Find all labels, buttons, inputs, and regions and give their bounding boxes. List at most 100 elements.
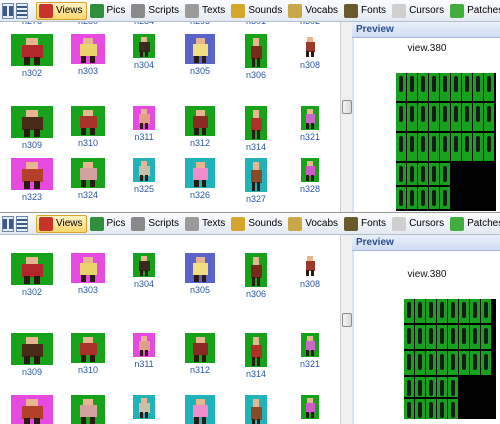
tab-texts[interactable]: Texts xyxy=(183,215,228,233)
sprite-frame xyxy=(404,351,414,375)
sprite-frame xyxy=(481,351,491,375)
grid-item-partial[interactable]: n301 xyxy=(228,22,284,26)
grid-item[interactable]: n305 xyxy=(172,34,228,76)
grid-item[interactable] xyxy=(4,395,60,424)
sprite-frame xyxy=(473,133,483,161)
grid-item[interactable]: n308 xyxy=(282,34,338,70)
tab-fonts[interactable]: Fonts xyxy=(342,2,389,20)
grid-item[interactable]: n302 xyxy=(4,253,60,297)
tab-fonts[interactable]: Fonts xyxy=(342,215,389,233)
grid-item[interactable]: n312 xyxy=(172,333,228,375)
grid-item-partial[interactable]: n278 xyxy=(4,22,60,26)
sprite-frame xyxy=(429,187,439,209)
item-caption: n328 xyxy=(299,184,321,194)
sprite-frame xyxy=(426,299,436,323)
resource-thumbnail-grid[interactable]: n302 n303 n304 n305 n306 n308 n309 n310 n311 n312… xyxy=(0,235,340,424)
sprite-thumbnail xyxy=(245,395,267,424)
sprite-frame xyxy=(437,377,447,397)
tab-texts[interactable]: Texts xyxy=(183,2,228,20)
sprite-frame xyxy=(415,399,425,419)
grid-item[interactable]: n312 xyxy=(172,106,228,148)
tab-patches[interactable]: Patches xyxy=(448,2,500,20)
grid-item[interactable]: n304 xyxy=(116,253,172,289)
grid-item[interactable] xyxy=(282,395,338,419)
grid-item[interactable]: n306 xyxy=(228,253,284,299)
grid-item-partial[interactable]: n302 xyxy=(282,22,338,26)
tab-label: Scripts xyxy=(148,5,179,16)
scripts-icon xyxy=(131,3,146,18)
grid-item[interactable]: n327 xyxy=(228,158,284,204)
sprite-frame xyxy=(484,103,494,131)
tab-sounds[interactable]: Sounds xyxy=(229,2,285,20)
tab-label: Fonts xyxy=(361,218,387,229)
grid-item[interactable]: n326 xyxy=(172,158,228,200)
item-caption: n302 xyxy=(21,68,43,78)
grid-item[interactable]: n308 xyxy=(282,253,338,289)
fonts-icon xyxy=(344,216,359,231)
thumbnail-view-button[interactable] xyxy=(2,2,14,19)
item-caption: n311 xyxy=(134,132,154,142)
grid-item[interactable]: n311 xyxy=(116,106,172,142)
grid-item[interactable] xyxy=(116,395,172,419)
grid-item[interactable]: n310 xyxy=(60,333,116,375)
grid-scrollbar[interactable] xyxy=(340,22,352,212)
tab-views[interactable]: Views xyxy=(36,1,87,20)
tab-pics[interactable]: Pics xyxy=(88,215,129,233)
sprite-frame xyxy=(415,377,425,397)
sprite-thumbnail xyxy=(11,34,53,66)
grid-item-partial[interactable]: n295 xyxy=(172,22,228,26)
tab-cursors[interactable]: Cursors xyxy=(390,215,447,233)
tab-vocabs[interactable]: Vocabs xyxy=(286,2,341,20)
grid-item[interactable]: n305 xyxy=(172,253,228,295)
sprite-frame xyxy=(462,73,472,101)
grid-item-partial[interactable]: n284 xyxy=(116,22,172,26)
grid-item[interactable]: n324 xyxy=(60,158,116,200)
grid-item[interactable]: n303 xyxy=(60,34,116,76)
grid-item[interactable]: n303 xyxy=(60,253,116,295)
tab-sounds[interactable]: Sounds xyxy=(229,215,285,233)
sprite-frame xyxy=(404,299,414,323)
grid-item[interactable]: n328 xyxy=(282,158,338,194)
sprite-thumbnail xyxy=(133,395,155,419)
tab-scripts[interactable]: Scripts xyxy=(129,215,182,233)
grid-item[interactable]: n304 xyxy=(116,34,172,70)
scrollbar-thumb[interactable] xyxy=(342,100,352,114)
sprite-frame xyxy=(481,299,491,323)
grid-item[interactable]: n309 xyxy=(4,106,60,150)
grid-scrollbar[interactable] xyxy=(340,235,352,424)
resource-thumbnail-grid[interactable]: n278n280n284n295n301n302n302n303n304n305… xyxy=(0,22,340,212)
list-view-button[interactable] xyxy=(16,215,28,232)
item-caption: n305 xyxy=(189,66,211,76)
tab-vocabs[interactable]: Vocabs xyxy=(286,215,341,233)
scrollbar-thumb[interactable] xyxy=(342,313,352,327)
item-caption: n310 xyxy=(77,138,99,148)
grid-item[interactable]: n302 xyxy=(4,34,60,78)
sprite-thumbnail xyxy=(245,253,267,287)
grid-item[interactable] xyxy=(60,395,116,424)
grid-item[interactable]: n325 xyxy=(116,158,172,194)
thumbnail-view-button[interactable] xyxy=(2,215,14,232)
grid-item[interactable]: n323 xyxy=(4,158,60,202)
grid-item[interactable]: n314 xyxy=(228,106,284,152)
grid-item[interactable]: n310 xyxy=(60,106,116,148)
grid-item[interactable] xyxy=(172,395,228,424)
sprite-thumbnail xyxy=(185,333,215,363)
grid-item[interactable]: n314 xyxy=(228,333,284,379)
tab-patches[interactable]: Patches xyxy=(448,215,500,233)
grid-item[interactable]: n321 xyxy=(282,333,338,369)
list-view-button[interactable] xyxy=(16,2,28,19)
grid-item[interactable]: n306 xyxy=(228,34,284,80)
item-caption: n295 xyxy=(172,22,228,26)
tab-views[interactable]: Views xyxy=(36,214,87,233)
grid-item[interactable]: n321 xyxy=(282,106,338,142)
grid-item-partial[interactable]: n280 xyxy=(60,22,116,26)
tab-scripts[interactable]: Scripts xyxy=(129,2,182,20)
grid-item[interactable]: n311 xyxy=(116,333,172,369)
tab-cursors[interactable]: Cursors xyxy=(390,2,447,20)
preview-body: view.380 xyxy=(354,38,500,212)
tab-pics[interactable]: Pics xyxy=(88,2,129,20)
grid-item[interactable]: n309 xyxy=(4,333,60,377)
sprite-frame xyxy=(437,299,447,323)
sprite-frame xyxy=(462,103,472,131)
grid-item[interactable] xyxy=(228,395,284,424)
